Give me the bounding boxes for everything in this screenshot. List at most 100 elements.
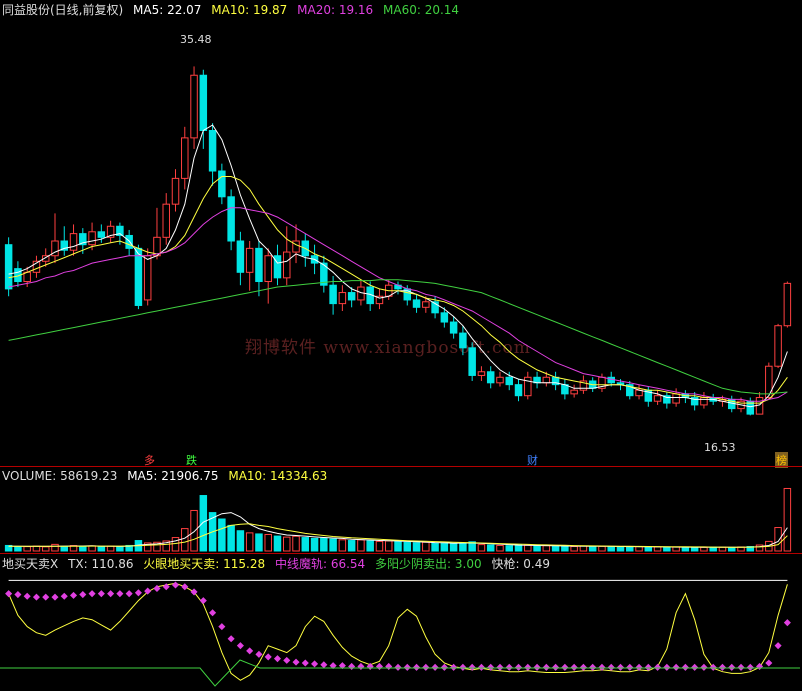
volume-bar — [533, 545, 541, 552]
candle-body — [700, 397, 708, 406]
volume-bar — [116, 546, 124, 552]
volume-bar — [774, 527, 782, 552]
indicator-dot — [255, 650, 263, 658]
indicator-dot — [218, 623, 226, 631]
indicator-dot — [375, 662, 383, 671]
volume-bar — [616, 546, 625, 552]
indicator-dot — [283, 656, 291, 664]
candle-body — [329, 284, 337, 305]
candle-body — [486, 371, 495, 384]
candle-body — [171, 177, 180, 205]
candle-body — [292, 240, 300, 253]
volume-bar — [431, 542, 439, 552]
indicator-dot — [718, 663, 727, 671]
volume-bar — [60, 545, 69, 552]
indicator-dot — [459, 663, 467, 671]
volume-bar — [718, 546, 727, 552]
indicator-dot — [199, 597, 207, 605]
indicator-dot — [246, 647, 254, 655]
indicator-dot — [681, 663, 689, 671]
indicator-dot — [477, 663, 485, 671]
volume-bar — [394, 541, 402, 552]
volume-bar — [41, 546, 50, 552]
volume-bar — [514, 544, 523, 552]
indicator-dot — [181, 583, 189, 591]
indicator-dot — [209, 609, 217, 617]
volume-bar — [681, 546, 690, 552]
indicator-dot — [561, 663, 569, 671]
volume-bar — [347, 540, 356, 552]
volume-bar — [301, 537, 310, 552]
volume-bar — [366, 540, 374, 552]
indicator-dot — [450, 663, 458, 671]
volume-bar — [375, 540, 384, 552]
indicator-dot — [320, 661, 328, 669]
volume-bar — [218, 518, 226, 552]
candle-body — [774, 325, 782, 367]
indicator-dot — [626, 663, 634, 671]
candle-body — [422, 301, 430, 308]
candle-body — [264, 255, 272, 283]
candle-body — [199, 74, 208, 131]
indicator-dot — [589, 663, 597, 671]
indicator-dot — [607, 663, 615, 671]
volume-bar — [23, 546, 31, 552]
volume-bar — [190, 509, 198, 552]
indicator-dot — [579, 663, 587, 671]
volume-bar — [579, 545, 588, 552]
candle-body — [143, 255, 152, 301]
volume-bar — [245, 532, 254, 552]
chart-canvas — [0, 66, 800, 687]
volume-bar — [264, 533, 272, 552]
candle-body — [765, 365, 773, 399]
indicator-dot — [394, 663, 402, 671]
volume-bar — [329, 538, 337, 552]
volume-bar — [551, 545, 560, 552]
indicator-dot — [301, 659, 309, 667]
volume-bar — [783, 487, 792, 552]
indicator-dot — [774, 642, 782, 650]
price-ma-line-1 — [8, 124, 788, 408]
volume-bar — [273, 535, 282, 552]
indicator-dot — [700, 663, 708, 671]
candle-body — [477, 371, 486, 376]
indicator-dot — [5, 590, 13, 598]
volume-bar — [79, 546, 87, 552]
volume-bar — [727, 546, 736, 552]
indicator-dot — [728, 663, 736, 671]
volume-bar — [97, 546, 106, 552]
candle-body — [208, 130, 217, 172]
candle-body — [162, 203, 170, 238]
indicator-dot — [227, 635, 235, 643]
volume-bar — [292, 535, 300, 552]
indicator-dot — [403, 663, 411, 671]
indicator-dot — [440, 663, 448, 671]
indicator-dot — [125, 590, 133, 598]
candle-body — [255, 247, 263, 283]
indicator-dot — [42, 593, 50, 601]
volume-bar — [412, 542, 421, 552]
candle-body — [190, 74, 198, 139]
candle-body — [468, 347, 476, 376]
candle-body — [97, 231, 106, 238]
volume-bar — [403, 541, 412, 552]
indicator-dot — [79, 590, 87, 599]
indicator-dot — [616, 663, 625, 671]
indicator-dot — [570, 663, 578, 671]
volume-bar — [505, 545, 513, 552]
indicator-dot — [107, 590, 115, 598]
volume-bar — [51, 543, 59, 552]
indicator-dot — [171, 581, 180, 589]
indicator-dot — [60, 592, 68, 600]
indicator-dot — [737, 663, 745, 671]
indicator-dot — [765, 659, 773, 667]
volume-bar — [171, 537, 180, 552]
volume-bar — [14, 546, 22, 552]
volume-bar — [644, 546, 653, 552]
indicator-dot — [264, 653, 272, 661]
indicator-dot — [524, 663, 532, 671]
indicator-dot — [385, 662, 393, 671]
candle-body — [338, 292, 347, 305]
candle-body — [570, 389, 578, 395]
candle-body — [514, 384, 523, 397]
